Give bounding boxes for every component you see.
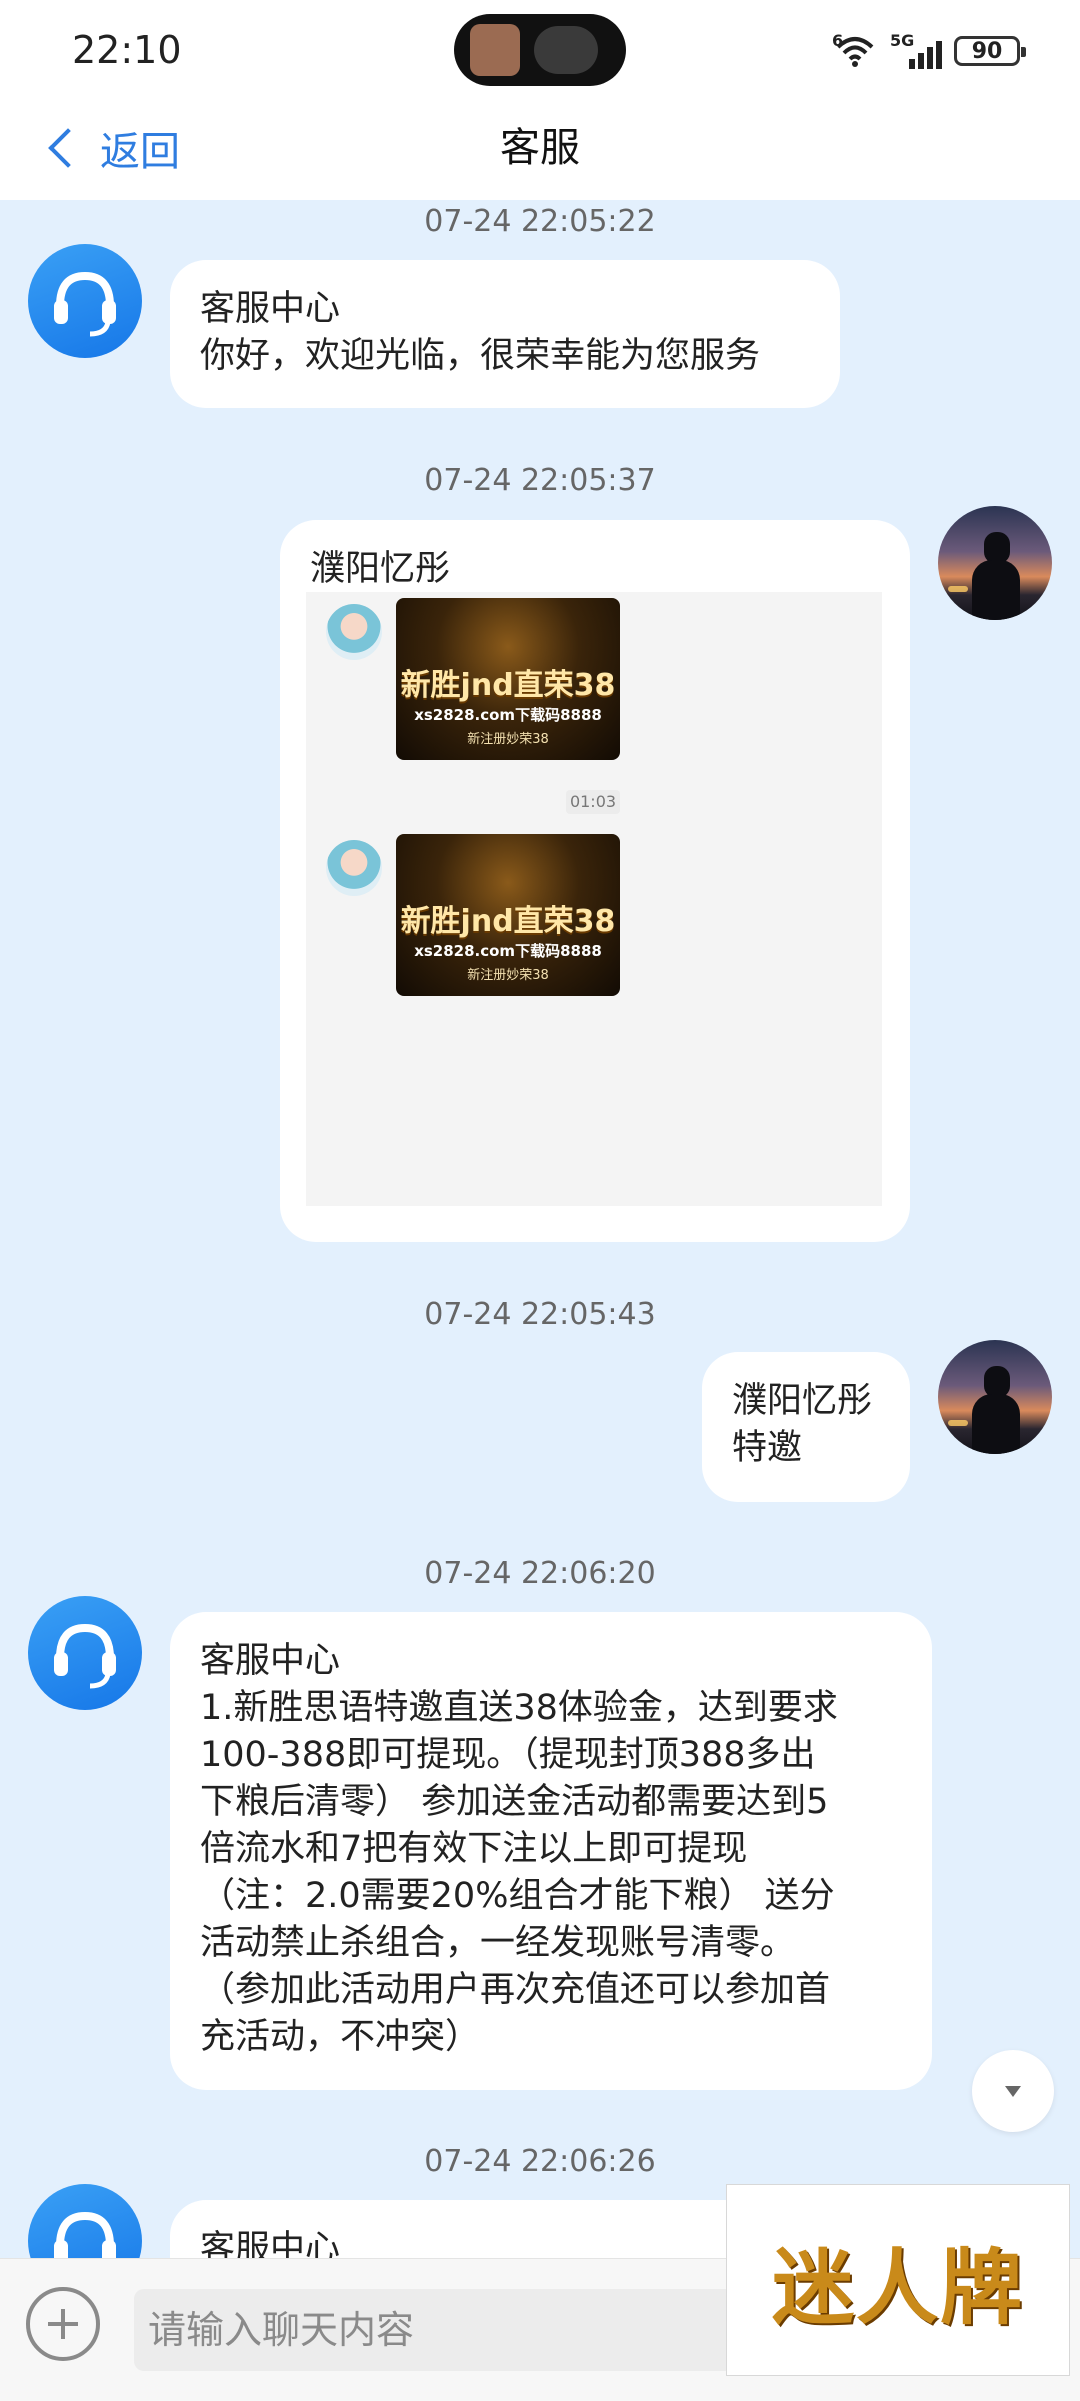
headset-icon	[54, 271, 116, 337]
status-icons: 6 5G 90	[832, 26, 1026, 76]
message-text: 倍流水和7把有效下注以上即可提现	[200, 1829, 748, 1869]
message-text: （参加此活动用户再次充值还可以参加首	[200, 1970, 831, 2010]
battery-icon: 90	[954, 36, 1026, 66]
message-sender: 客服中心	[200, 289, 341, 329]
watermark-logo: 迷人牌	[726, 2184, 1070, 2376]
status-time: 22:10	[72, 28, 182, 72]
message-sender: 客服中心	[200, 1641, 341, 1681]
message-text: 100-388即可提现。（提现封顶388多出	[200, 1735, 816, 1775]
shared-sender-avatar	[326, 604, 382, 660]
message-text: 你好，欢迎光临，很荣幸能为您服务	[200, 336, 761, 376]
message-text: 濮阳忆彤	[732, 1381, 873, 1421]
message-text: 下粮后清零） 参加送金活动都需要达到5	[200, 1782, 829, 1822]
message-timestamp: 07-24 22:05:37	[424, 463, 656, 498]
promo-subtitle: xs2828.com下载码8888	[414, 942, 602, 960]
promo-image[interactable]: 新胜jnd直荣38 xs2828.com下载码8888 新注册妙荣38	[396, 834, 620, 996]
plus-icon[interactable]	[26, 2287, 100, 2361]
support-avatar[interactable]	[28, 1596, 142, 1710]
message-text: 活动禁止杀组合，一经发现账号清零。	[200, 1923, 796, 1963]
support-avatar[interactable]	[28, 244, 142, 358]
top-bar: 22:10 6 5G 90 返回 客服	[0, 0, 1080, 200]
message-bubble[interactable]: 客服中心 你好，欢迎光临，很荣幸能为您服务	[170, 260, 840, 408]
message-bubble[interactable]: 客服中心 1.新胜思语特邀直送38体验金，达到要求 100-388即可提现。（提…	[170, 1612, 932, 2090]
wifi-icon: 6	[832, 31, 878, 69]
message-timestamp: 07-24 22:06:20	[424, 1556, 656, 1591]
promo-caption: 新注册妙荣38	[467, 732, 549, 747]
live-preview-thumbnail	[470, 24, 520, 76]
battery-level: 90	[971, 38, 1003, 64]
user-avatar[interactable]	[938, 506, 1052, 620]
promo-title: 新胜jnd直荣38	[400, 668, 616, 703]
promo-image[interactable]: 新胜jnd直荣38 xs2828.com下载码8888 新注册妙荣38	[396, 598, 620, 760]
shared-sender-avatar	[326, 840, 382, 896]
promo-title: 新胜jnd直荣38	[400, 904, 616, 939]
wifi-label: 6	[832, 31, 844, 50]
scroll-to-bottom-button[interactable]	[972, 2050, 1054, 2132]
headset-icon	[54, 1623, 116, 1689]
message-text: 充活动，不冲突）	[200, 2017, 481, 2057]
user-avatar[interactable]	[938, 1340, 1052, 1454]
message-text: （注：2.0需要20%组合才能下粮） 送分	[200, 1876, 835, 1916]
promo-subtitle: xs2828.com下载码8888	[414, 706, 602, 724]
message-timestamp: 07-24 22:05:43	[424, 1297, 656, 1332]
message-bubble[interactable]: 濮阳忆彤 特邀	[702, 1352, 910, 1502]
message-sender: 濮阳忆彤	[310, 549, 451, 589]
camera-cutout	[454, 14, 626, 86]
camera-lens	[534, 26, 598, 74]
signal-icon: 5G	[890, 31, 942, 69]
message-text: 1.新胜思语特邀直送38体验金，达到要求	[200, 1688, 838, 1728]
message-timestamp: 07-24 22:05:22	[424, 204, 656, 239]
page-title: 客服	[500, 125, 580, 171]
watermark-text: 迷人牌	[771, 2239, 1024, 2336]
promo-caption: 新注册妙荣38	[467, 968, 549, 983]
message-timestamp: 07-24 22:06:26	[424, 2144, 656, 2179]
message-text: 特邀	[732, 1428, 803, 1468]
shared-timestamp: 01:03	[566, 790, 620, 814]
chat-input[interactable]	[134, 2289, 754, 2371]
